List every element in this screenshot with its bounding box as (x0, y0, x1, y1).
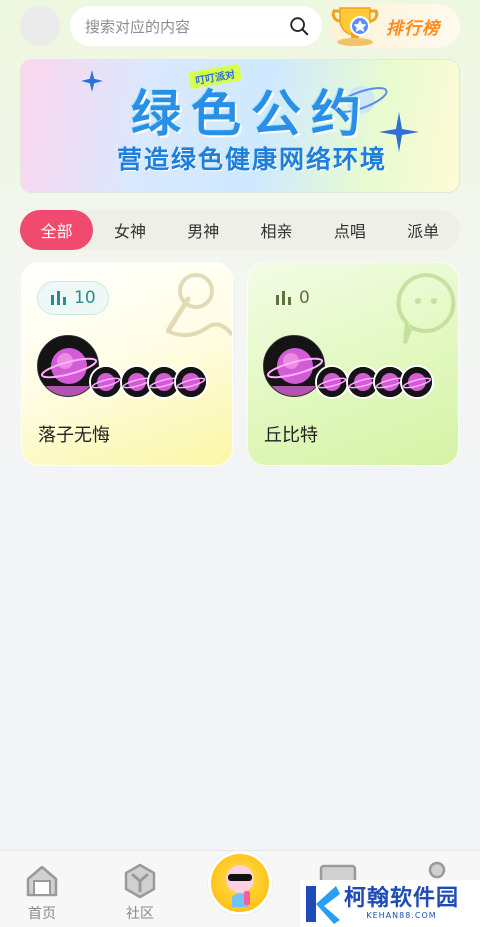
home-icon (26, 865, 58, 897)
tab-god[interactable]: 男神 (167, 210, 240, 250)
trophy-icon (331, 7, 379, 46)
member-avatars (37, 335, 227, 399)
nav-home-label: 首页 (28, 906, 56, 922)
tab-song-request[interactable]: 点唱 (313, 210, 386, 250)
watermark-subtitle: KEHAN88.COM (366, 911, 437, 920)
top-bar: 搜索对应的内容 排行榜 (0, 0, 480, 52)
tab-all[interactable]: 全部 (20, 210, 94, 250)
sparkle-icon (81, 70, 103, 92)
listener-count: 0 (299, 288, 310, 308)
member-avatar[interactable] (174, 365, 208, 399)
watermark-logo-icon (306, 885, 340, 924)
ranking-label: 排行榜 (386, 18, 440, 39)
banner-title: 绿色公约 (131, 85, 371, 143)
listener-count-badge: 0 (263, 281, 322, 315)
green-pledge-banner[interactable]: 叮叮派对 绿色公约 营造绿色健康网络环境 (20, 59, 460, 193)
party-mascot-icon (226, 865, 254, 907)
member-avatar[interactable] (400, 365, 434, 399)
member-avatars (263, 335, 453, 399)
center-party-button[interactable] (208, 851, 272, 915)
search-icon[interactable] (288, 15, 310, 37)
tab-dating[interactable]: 相亲 (240, 210, 313, 250)
room-name: 落子无悔 (38, 425, 110, 446)
watermark: 柯翰软件园 KEHAN88.COM (300, 880, 480, 927)
audio-bars-icon (51, 291, 66, 305)
audio-bars-icon (276, 291, 291, 305)
search-bar[interactable]: 搜索对应的内容 (70, 6, 322, 46)
listener-count: 10 (74, 288, 96, 308)
nav-community-label: 社区 (126, 906, 154, 922)
tab-dispatch[interactable]: 派单 (386, 210, 459, 250)
room-name: 丘比特 (264, 425, 318, 446)
tab-goddess[interactable]: 女神 (93, 210, 166, 250)
user-avatar[interactable] (20, 6, 60, 46)
search-placeholder[interactable]: 搜索对应的内容 (85, 16, 288, 37)
room-card[interactable]: 10 落子无悔 (21, 262, 233, 466)
nav-home[interactable]: 首页 (12, 861, 72, 923)
member-avatar[interactable] (89, 365, 123, 399)
ranking-button[interactable]: 排行榜 (330, 4, 460, 48)
listener-count-badge: 10 (37, 281, 109, 315)
member-avatar[interactable] (315, 365, 349, 399)
community-icon (124, 863, 156, 899)
room-card[interactable]: 0 丘比特 (247, 262, 459, 466)
banner-subtitle: 营造绿色健康网络环境 (117, 145, 388, 174)
watermark-title: 柯翰软件园 (344, 886, 460, 911)
category-tabs: 全部 女神 男神 相亲 点唱 派单 (20, 210, 460, 250)
nav-community[interactable]: 社区 (110, 861, 170, 923)
